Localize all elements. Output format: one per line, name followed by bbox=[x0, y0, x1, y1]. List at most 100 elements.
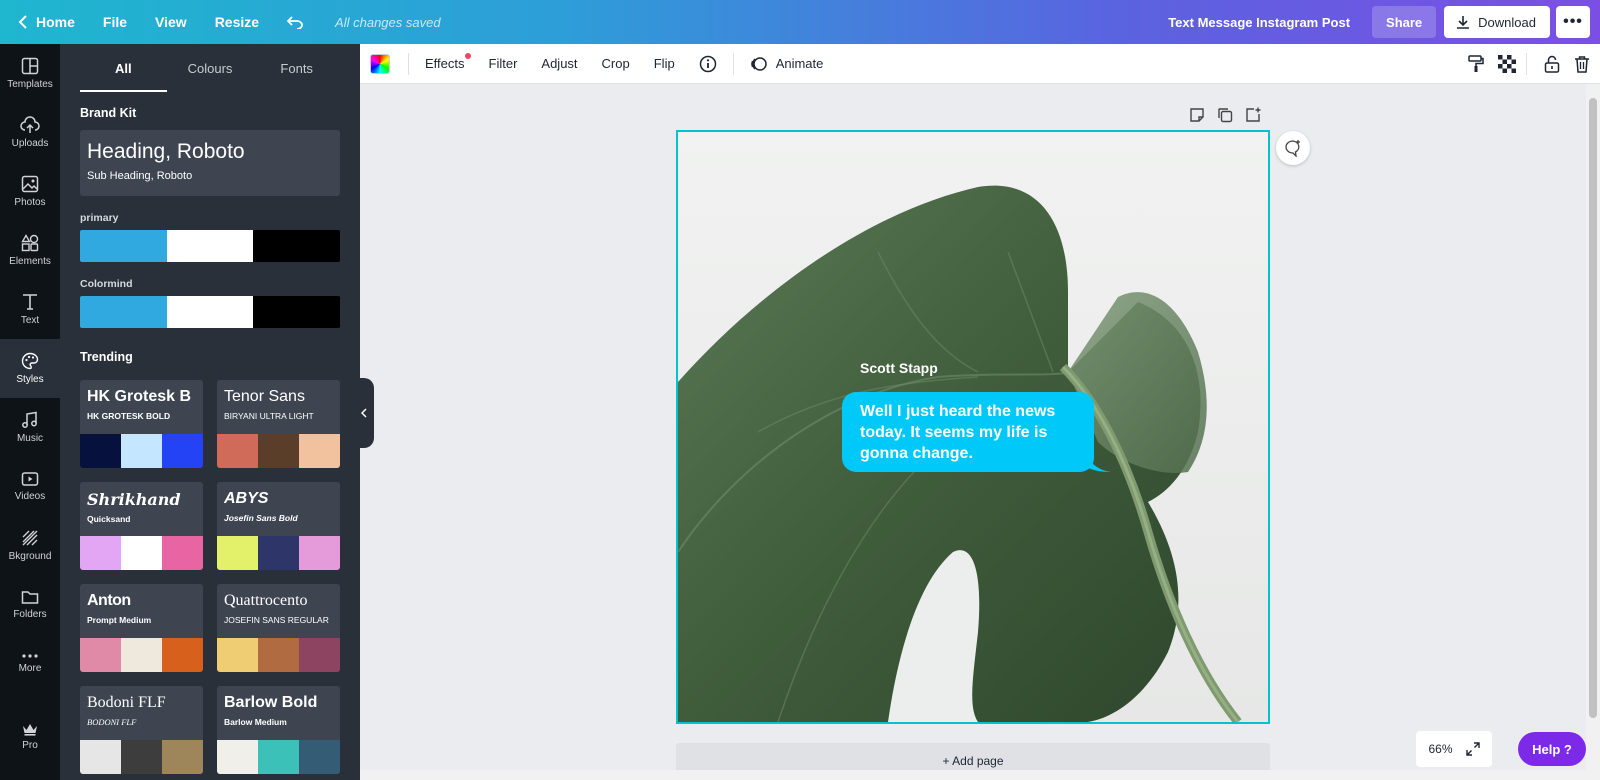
style-card[interactable]: Shrikhand Quicksand bbox=[80, 482, 203, 570]
download-button[interactable]: Download bbox=[1444, 6, 1550, 38]
rail-item-uploads[interactable]: Uploads bbox=[0, 103, 60, 162]
style-card-subheading: Quicksand bbox=[87, 514, 131, 524]
zoom-control[interactable]: 66% bbox=[1416, 731, 1492, 767]
transparency-button[interactable] bbox=[1498, 55, 1516, 73]
style-card-subheading: Barlow Medium bbox=[224, 717, 287, 727]
style-card-heading: Bodoni FLF bbox=[87, 694, 166, 711]
add-note-button[interactable] bbox=[1189, 107, 1205, 123]
crop-button[interactable]: Crop bbox=[590, 44, 642, 84]
download-label: Download bbox=[1478, 14, 1536, 30]
style-card-palette bbox=[217, 740, 340, 774]
note-icon bbox=[1190, 108, 1204, 122]
style-card[interactable]: Bodoni FLF BODONI FLF bbox=[80, 686, 203, 774]
flip-button[interactable]: Flip bbox=[642, 44, 687, 84]
undo-button[interactable] bbox=[273, 0, 325, 44]
vertical-scrollbar[interactable] bbox=[1586, 84, 1600, 780]
brand-font-set[interactable]: Heading, Roboto Sub Heading, Roboto bbox=[80, 130, 340, 196]
style-card-subheading: Josefin Sans Bold bbox=[224, 513, 298, 523]
duplicate-page-button[interactable] bbox=[1217, 107, 1233, 123]
lock-button[interactable] bbox=[1544, 55, 1560, 73]
background-icon bbox=[22, 530, 38, 546]
adjust-button[interactable]: Adjust bbox=[529, 44, 589, 84]
color-swatch[interactable] bbox=[166, 230, 254, 262]
scrollbar-thumb[interactable] bbox=[1589, 98, 1597, 718]
add-comment-button[interactable] bbox=[1276, 131, 1310, 165]
share-button[interactable]: Share bbox=[1372, 6, 1437, 38]
delete-button[interactable] bbox=[1574, 55, 1590, 73]
brand-subheading-font: Sub Heading, Roboto bbox=[87, 170, 193, 182]
rail-label: Bkground bbox=[8, 551, 52, 562]
top-bar: Home File View Resize All changes saved … bbox=[0, 0, 1600, 44]
toolbar-divider bbox=[732, 52, 734, 75]
rail-item-pro[interactable]: Pro bbox=[0, 707, 60, 766]
collapse-panel-button[interactable] bbox=[354, 378, 374, 448]
rail-item-elements[interactable]: Elements bbox=[0, 221, 60, 280]
tab-all[interactable]: All bbox=[80, 44, 167, 92]
animate-button[interactable]: Animate bbox=[738, 44, 836, 84]
bubble-tail bbox=[1085, 452, 1111, 472]
color-swatch[interactable] bbox=[80, 296, 167, 328]
style-card-palette bbox=[80, 434, 203, 468]
home-button[interactable]: Home bbox=[0, 0, 89, 44]
color-picker-button[interactable] bbox=[370, 53, 390, 74]
crown-icon bbox=[23, 724, 37, 736]
palette-primary[interactable] bbox=[80, 230, 340, 262]
tab-colours[interactable]: Colours bbox=[167, 44, 254, 92]
effects-button[interactable]: Effects bbox=[413, 44, 477, 84]
resize-menu[interactable]: Resize bbox=[201, 0, 273, 44]
add-new-page-button[interactable] bbox=[1245, 107, 1261, 123]
folder-icon bbox=[21, 591, 39, 604]
rail-item-background[interactable]: Bkground bbox=[0, 516, 60, 575]
info-button[interactable] bbox=[687, 44, 729, 84]
fullscreen-icon[interactable] bbox=[1465, 742, 1480, 756]
document-title[interactable]: Text Message Instagram Post bbox=[1168, 15, 1350, 30]
trash-icon bbox=[1575, 56, 1589, 73]
style-card-heading: Quattrocento bbox=[224, 592, 308, 609]
rail-item-styles[interactable]: Styles bbox=[0, 339, 60, 398]
message-text[interactable]: Well I just heard the news today. It see… bbox=[860, 403, 1055, 462]
rail-item-folders[interactable]: Folders bbox=[0, 575, 60, 634]
palette-colormind[interactable] bbox=[80, 296, 340, 328]
style-card[interactable]: Anton Prompt Medium bbox=[80, 584, 203, 672]
color-swatch[interactable] bbox=[253, 230, 340, 262]
rail-item-text[interactable]: Text bbox=[0, 280, 60, 339]
undo-icon bbox=[287, 16, 303, 29]
view-menu[interactable]: View bbox=[141, 0, 201, 44]
tab-fonts[interactable]: Fonts bbox=[253, 44, 340, 92]
style-card-palette bbox=[80, 740, 203, 774]
upload-icon bbox=[20, 116, 40, 133]
file-menu[interactable]: File bbox=[89, 0, 141, 44]
rail-item-templates[interactable]: Templates bbox=[0, 44, 60, 103]
copy-style-button[interactable] bbox=[1468, 55, 1484, 73]
effects-label: Effects bbox=[425, 56, 465, 71]
style-card[interactable]: ABYS Josefin Sans Bold bbox=[217, 482, 340, 570]
color-swatch[interactable] bbox=[253, 296, 340, 328]
style-card[interactable]: HK Grotesk B HK GROTESK BOLD bbox=[80, 380, 203, 468]
style-card[interactable]: Tenor Sans BIRYANI ULTRA LIGHT bbox=[217, 380, 340, 468]
style-card-palette bbox=[217, 536, 340, 570]
photo-icon bbox=[21, 175, 39, 193]
style-card[interactable]: Barlow Bold Barlow Medium bbox=[217, 686, 340, 774]
filter-button[interactable]: Filter bbox=[477, 44, 530, 84]
style-card[interactable]: Quattrocento JOSEFIN SANS REGULAR bbox=[217, 584, 340, 672]
horizontal-scrollbar[interactable] bbox=[360, 770, 1586, 780]
message-bubble[interactable]: Well I just heard the news today. It see… bbox=[842, 392, 1094, 472]
panel-tabs: All Colours Fonts bbox=[60, 44, 360, 92]
rail-item-music[interactable]: Music bbox=[0, 398, 60, 457]
style-card-palette bbox=[80, 638, 203, 672]
sender-name-text[interactable]: Scott Stapp bbox=[860, 360, 938, 376]
more-options-button[interactable]: ••• bbox=[1556, 6, 1590, 38]
color-swatch[interactable] bbox=[80, 230, 167, 262]
help-button[interactable]: Help ? bbox=[1518, 732, 1586, 766]
rail-item-videos[interactable]: Videos bbox=[0, 457, 60, 516]
rail-label: Elements bbox=[9, 256, 51, 267]
rail-label: Uploads bbox=[11, 138, 49, 149]
color-swatch[interactable] bbox=[166, 296, 254, 328]
style-card-palette bbox=[217, 638, 340, 672]
rail-item-more[interactable]: More bbox=[0, 634, 60, 693]
style-card-subheading: JOSEFIN SANS REGULAR bbox=[224, 615, 329, 625]
style-card-heading: Shrikhand bbox=[87, 490, 181, 509]
style-card-palette bbox=[80, 536, 203, 570]
zoom-level[interactable]: 66% bbox=[1428, 742, 1452, 756]
rail-item-photos[interactable]: Photos bbox=[0, 162, 60, 221]
